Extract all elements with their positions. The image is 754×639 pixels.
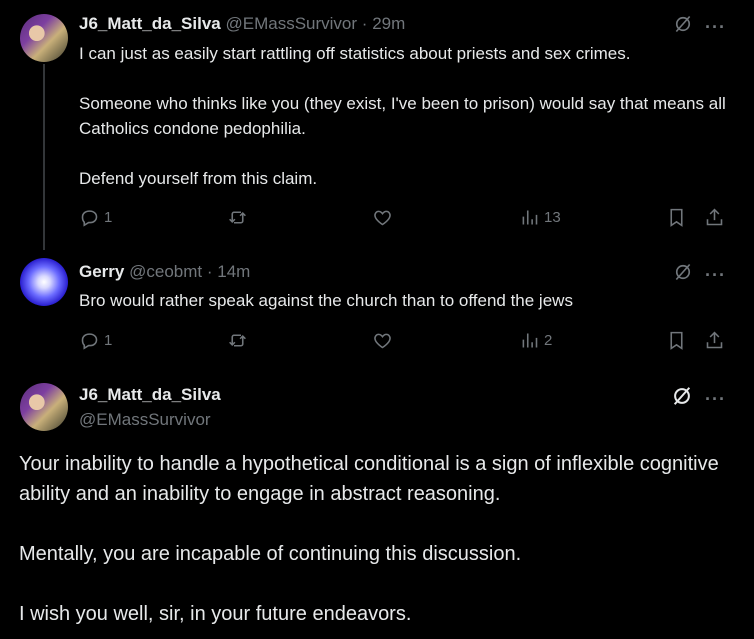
like-button[interactable]	[372, 207, 393, 228]
post-top-icons: ···	[671, 385, 726, 412]
reply-post-2[interactable]: Gerry @ceobmt · 14m ··· Bro would rather…	[0, 250, 754, 365]
views-icon	[522, 210, 538, 225]
share-button[interactable]	[704, 207, 725, 228]
views-icon	[522, 333, 538, 348]
reply-button[interactable]: 1	[79, 207, 112, 228]
post-header: J6_Matt_da_Silva	[79, 385, 221, 405]
display-name[interactable]: Gerry	[79, 262, 124, 281]
grok-icon[interactable]	[673, 262, 693, 287]
display-name[interactable]: J6_Matt_da_Silva	[79, 385, 221, 404]
views-count: 2	[544, 332, 553, 349]
share-button[interactable]	[704, 330, 725, 351]
like-icon	[374, 210, 391, 226]
share-icon	[706, 208, 723, 226]
avatar[interactable]	[20, 383, 68, 431]
more-icon[interactable]: ···	[705, 18, 726, 36]
views-button[interactable]: 13	[519, 207, 561, 228]
separator-dot: ·	[206, 262, 213, 281]
post-text: Bro would rather speak against the churc…	[79, 291, 573, 310]
bookmark-icon	[670, 208, 683, 227]
action-bar: 1 13	[79, 207, 729, 231]
thread-line	[43, 64, 45, 250]
repost-button[interactable]	[227, 207, 248, 228]
like-button[interactable]	[372, 330, 393, 351]
bookmark-button[interactable]	[666, 330, 687, 351]
handle[interactable]: @EMassSurvivor	[79, 410, 211, 430]
post-header: Gerry @ceobmt · 14m	[79, 262, 250, 282]
reply-button[interactable]: 1	[79, 330, 112, 351]
reply-count: 1	[104, 332, 113, 349]
post-top-icons: ···	[673, 262, 726, 287]
bookmark-button[interactable]	[666, 207, 687, 228]
post-text: Your inability to handle a hypothetical …	[19, 453, 719, 625]
more-icon[interactable]: ···	[705, 266, 726, 284]
main-post: J6_Matt_da_Silva @EMassSurvivor ··· Your…	[0, 365, 754, 639]
more-icon[interactable]: ···	[705, 390, 726, 408]
post-header: J6_Matt_da_Silva @EMassSurvivor · 29m	[79, 14, 405, 34]
repost-button[interactable]	[227, 330, 248, 351]
post-top-icons: ···	[673, 14, 726, 39]
views-button[interactable]: 2	[519, 330, 552, 351]
reply-count: 1	[104, 209, 113, 226]
action-bar: 1 2	[79, 330, 729, 354]
share-icon	[706, 331, 723, 349]
display-name[interactable]: J6_Matt_da_Silva	[79, 14, 221, 33]
avatar[interactable]	[20, 14, 68, 62]
like-icon	[374, 333, 391, 349]
handle[interactable]: @ceobmt	[129, 262, 202, 281]
repost-icon	[229, 334, 246, 347]
post-text: I can just as easily start rattling off …	[79, 44, 726, 188]
handle[interactable]: @EMassSurvivor	[225, 14, 357, 33]
separator-dot: ·	[361, 14, 368, 33]
views-count: 13	[544, 209, 561, 226]
reply-post-1[interactable]: J6_Matt_da_Silva @EMassSurvivor · 29m ··…	[0, 0, 754, 250]
timestamp[interactable]: 29m	[372, 14, 405, 33]
repost-icon	[229, 211, 246, 224]
reply-icon	[81, 333, 98, 350]
grok-icon[interactable]	[671, 385, 693, 412]
reply-icon	[81, 210, 98, 227]
grok-icon[interactable]	[673, 14, 693, 39]
bookmark-icon	[670, 331, 683, 350]
avatar[interactable]	[20, 258, 68, 306]
timestamp[interactable]: 14m	[217, 262, 250, 281]
